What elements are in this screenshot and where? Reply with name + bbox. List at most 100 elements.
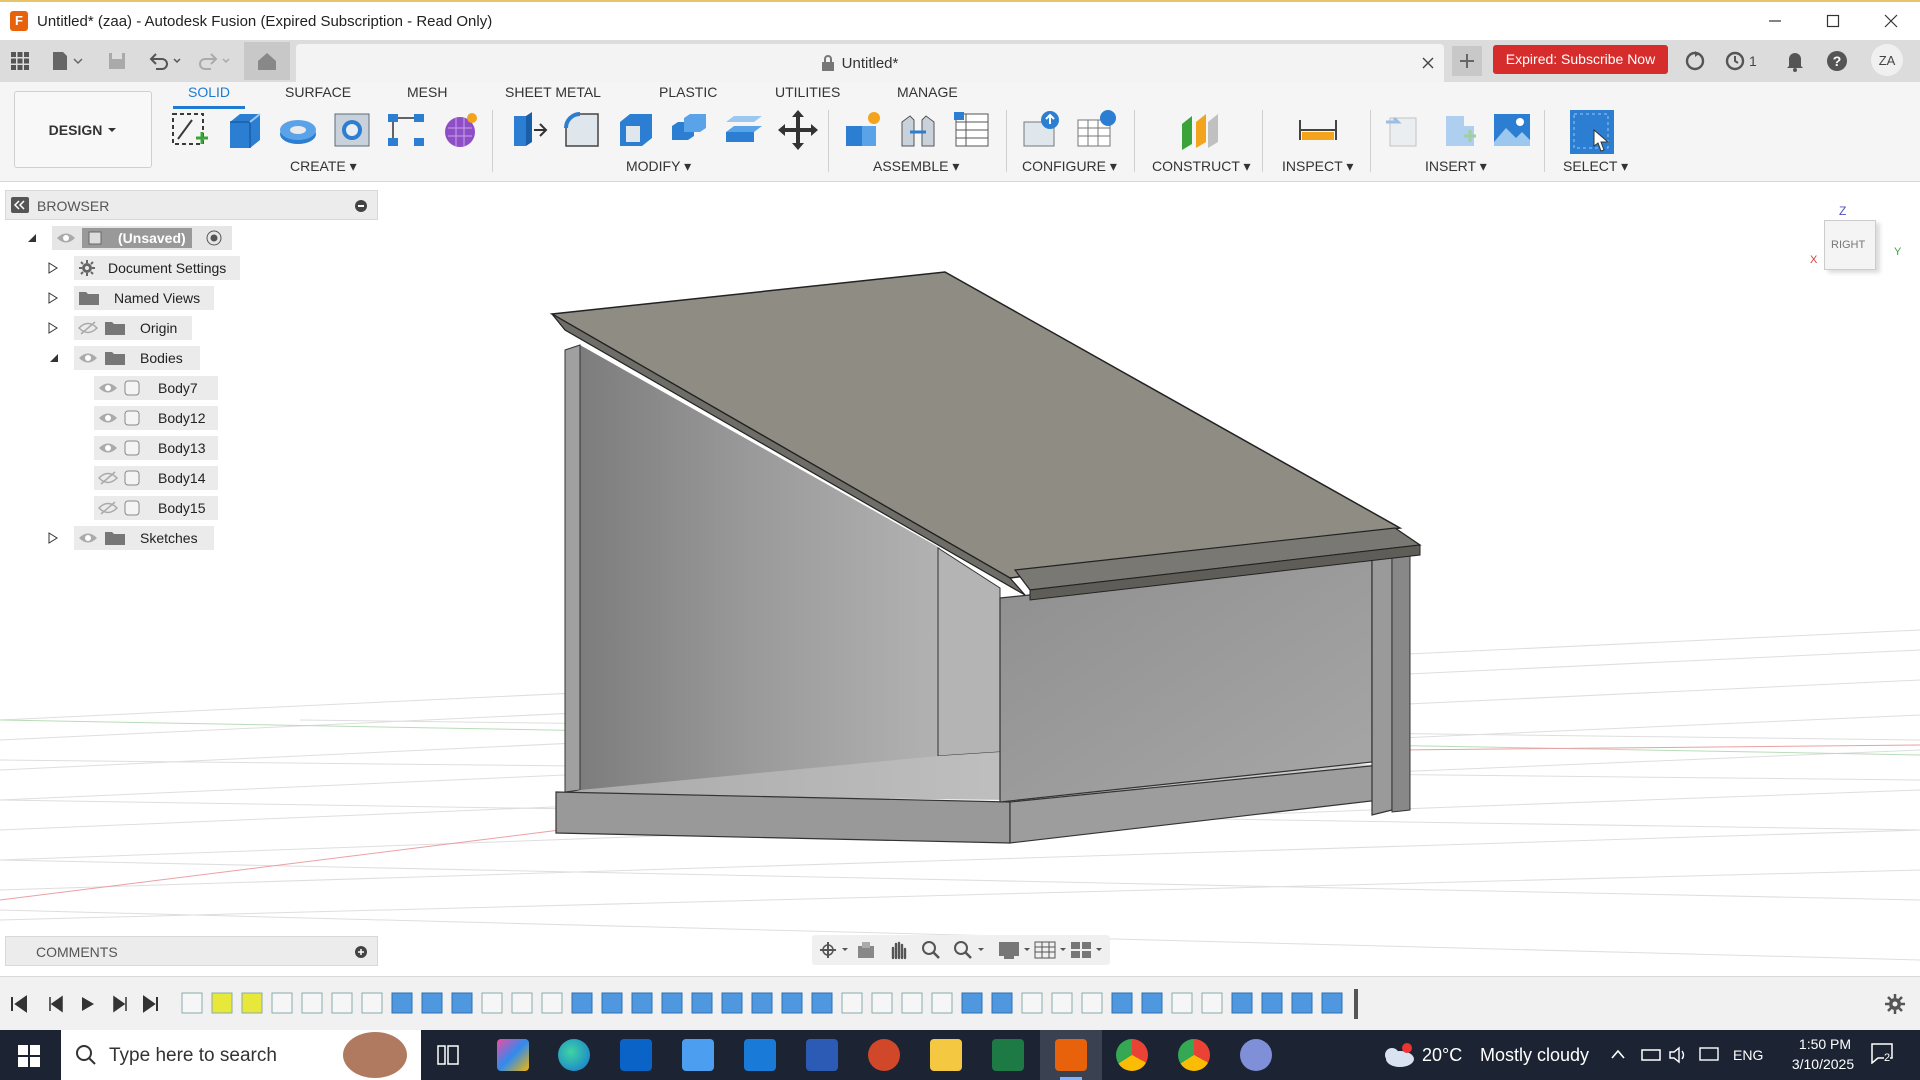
orbit-icon[interactable]: [818, 940, 852, 960]
revolve-icon[interactable]: [276, 108, 320, 152]
timeline-feature-icon[interactable]: [721, 992, 743, 1014]
insert-group-label[interactable]: INSERT ▾: [1425, 158, 1487, 175]
timeline-feature-icon[interactable]: [571, 992, 593, 1014]
timeline-feature-icon[interactable]: [661, 992, 683, 1014]
right-edge-panel[interactable]: [1371, 554, 1393, 816]
sync-icon[interactable]: [1684, 48, 1706, 74]
view-cube[interactable]: Z RIGHT X Y: [1810, 204, 1901, 274]
move-copy-icon[interactable]: [776, 108, 820, 152]
visibility-eye-icon[interactable]: [56, 231, 76, 245]
assemble-group-label[interactable]: ASSEMBLE ▾: [873, 158, 959, 175]
undo-icon[interactable]: [148, 48, 184, 74]
help-icon[interactable]: ?: [1826, 48, 1848, 74]
browser-options-icon[interactable]: [355, 200, 367, 212]
visibility-eye-icon[interactable]: [98, 441, 118, 455]
back-wall[interactable]: [937, 547, 1001, 757]
timeline-feature-icon[interactable]: [1261, 992, 1283, 1014]
timeline-playback-controls[interactable]: [10, 994, 160, 1014]
hole-icon[interactable]: [330, 108, 374, 152]
volume-icon[interactable]: [1668, 1046, 1690, 1064]
timeline-feature-icon[interactable]: [301, 992, 323, 1014]
insert-derive-icon[interactable]: [1382, 108, 1426, 152]
timeline-feature-icon[interactable]: [391, 992, 413, 1014]
timeline-feature-icon[interactable]: [841, 992, 863, 1014]
minimize-button[interactable]: [1746, 2, 1804, 40]
timeline-feature-icon[interactable]: [781, 992, 803, 1014]
timeline-feature-icon[interactable]: [451, 992, 473, 1014]
timeline-feature-icon[interactable]: [511, 992, 533, 1014]
save-icon[interactable]: [107, 48, 127, 74]
grid-settings-icon[interactable]: [1034, 940, 1070, 960]
task-view-icon[interactable]: [436, 1043, 460, 1067]
user-avatar[interactable]: ZA: [1871, 44, 1903, 76]
timeline-feature-icon[interactable]: [541, 992, 563, 1014]
timeline-feature-icon[interactable]: [931, 992, 953, 1014]
outlook-classic-icon[interactable]: [744, 1039, 776, 1071]
timeline-feature-icon[interactable]: [1291, 992, 1313, 1014]
timeline-feature-icon[interactable]: [1021, 992, 1043, 1014]
new-tab-icon[interactable]: [1452, 46, 1482, 76]
timeline-features[interactable]: [180, 989, 1380, 1019]
construct-group-label[interactable]: CONSTRUCT ▾: [1152, 158, 1251, 175]
collapsed-triangle-icon[interactable]: [48, 262, 58, 274]
view-cube-face[interactable]: RIGHT: [1824, 220, 1876, 270]
timeline-feature-icon[interactable]: [601, 992, 623, 1014]
timeline-feature-icon[interactable]: [211, 992, 233, 1014]
app-grid-icon[interactable]: [10, 48, 30, 74]
configure-group-label[interactable]: CONFIGURE ▾: [1022, 158, 1117, 175]
browser-panel-header[interactable]: BROWSER: [5, 190, 378, 220]
store-icon[interactable]: [682, 1039, 714, 1071]
collapsed-triangle-icon[interactable]: [48, 532, 58, 544]
create-group-label[interactable]: CREATE ▾: [290, 158, 357, 175]
extrude-icon[interactable]: [222, 108, 266, 152]
timeline-feature-icon[interactable]: [1081, 992, 1103, 1014]
viewports-icon[interactable]: [1070, 940, 1106, 960]
hidden-eye-icon[interactable]: [98, 501, 118, 515]
hidden-eye-icon[interactable]: [98, 471, 118, 485]
tab-utilities[interactable]: UTILITIES: [775, 84, 840, 100]
visibility-eye-icon[interactable]: [78, 531, 98, 545]
timeline-feature-icon[interactable]: [751, 992, 773, 1014]
tab-manage[interactable]: MANAGE: [897, 84, 958, 100]
word-icon[interactable]: [806, 1039, 838, 1071]
hidden-eye-icon[interactable]: [78, 321, 98, 335]
comments-panel-header[interactable]: COMMENTS: [5, 936, 378, 966]
shell-icon[interactable]: [614, 108, 658, 152]
timeline-feature-icon[interactable]: [331, 992, 353, 1014]
maximize-button[interactable]: [1804, 2, 1862, 40]
tab-solid[interactable]: SOLID: [188, 84, 230, 100]
tree-body-row[interactable]: Body12: [94, 406, 218, 430]
fit-zoom-icon[interactable]: [952, 940, 988, 960]
edge-icon[interactable]: [558, 1039, 590, 1071]
bill-of-materials-icon[interactable]: [950, 108, 994, 152]
document-tab[interactable]: Untitled*: [296, 44, 1444, 82]
timeline-feature-icon[interactable]: [481, 992, 503, 1014]
timeline-marker[interactable]: [1354, 989, 1358, 1019]
visibility-eye-icon[interactable]: [78, 351, 98, 365]
joint-icon[interactable]: [896, 108, 940, 152]
offset-face-icon[interactable]: [722, 108, 766, 152]
copilot-icon[interactable]: [497, 1039, 529, 1071]
taskbar-search-box[interactable]: Type here to search: [61, 1030, 421, 1080]
clock-date[interactable]: 3/10/2025: [1778, 1056, 1868, 1072]
offset-plane-icon[interactable]: [1178, 108, 1222, 152]
tree-named-views[interactable]: Named Views: [48, 286, 214, 310]
file-explorer-icon[interactable]: [930, 1039, 962, 1071]
model-viewport[interactable]: [0, 182, 1920, 972]
timeline-feature-icon[interactable]: [691, 992, 713, 1014]
configuration-table-icon[interactable]: [1074, 108, 1118, 152]
timeline-feature-icon[interactable]: [1141, 992, 1163, 1014]
excel-icon[interactable]: [992, 1039, 1024, 1071]
configure-model-icon[interactable]: [1020, 108, 1064, 152]
base-front[interactable]: [555, 791, 1011, 844]
network-icon[interactable]: [1640, 1046, 1662, 1064]
timeline-feature-icon[interactable]: [1201, 992, 1223, 1014]
chrome-profile-icon[interactable]: [1178, 1039, 1210, 1071]
fillet-icon[interactable]: [560, 108, 604, 152]
collapse-panel-icon[interactable]: [11, 197, 29, 213]
expanded-triangle-icon[interactable]: [48, 352, 60, 364]
weather-description[interactable]: Mostly cloudy: [1480, 1045, 1589, 1066]
snipping-tool-icon[interactable]: [1240, 1039, 1272, 1071]
select-icon[interactable]: [1568, 108, 1616, 156]
job-status-icon[interactable]: 1: [1724, 48, 1757, 74]
